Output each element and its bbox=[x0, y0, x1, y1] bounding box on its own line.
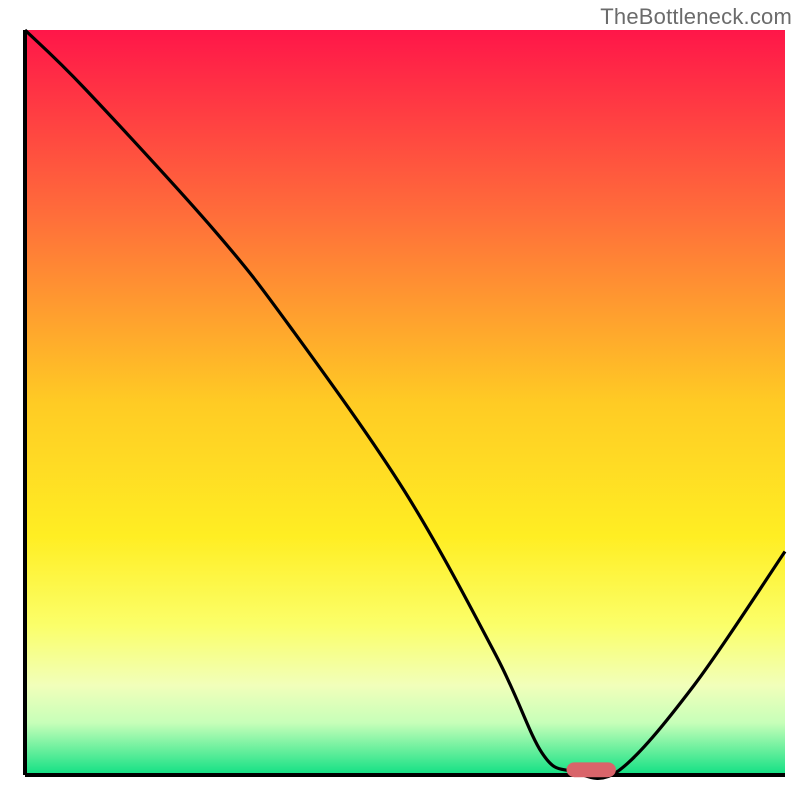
optimal-marker bbox=[567, 762, 616, 777]
chart-container: TheBottleneck.com bbox=[0, 0, 800, 800]
bottleneck-chart bbox=[0, 0, 800, 800]
plot-background bbox=[25, 30, 785, 775]
